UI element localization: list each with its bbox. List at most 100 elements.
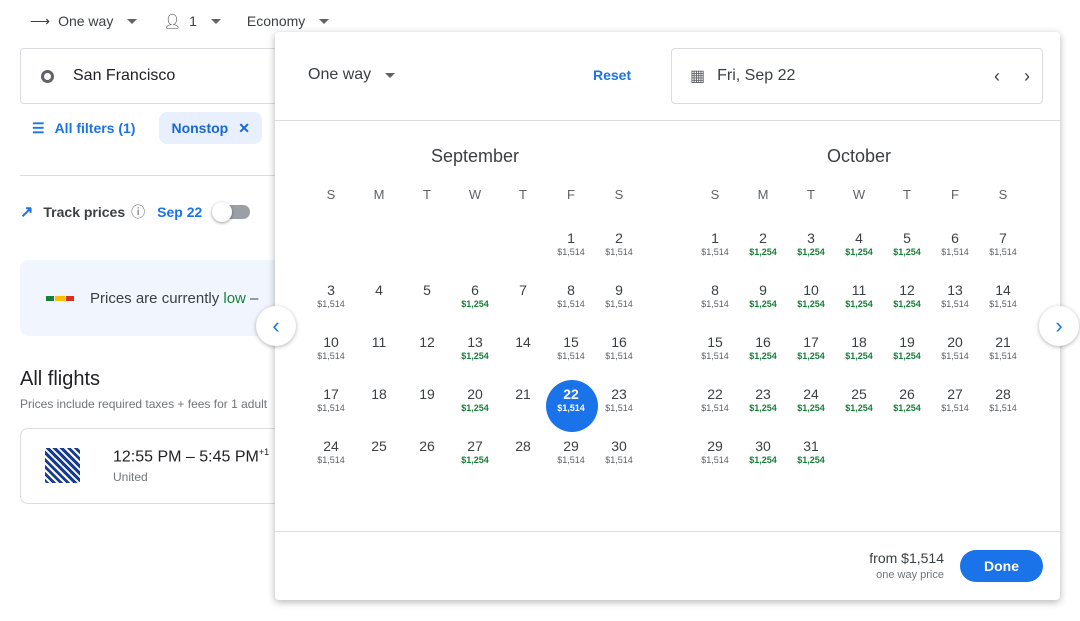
cabin-select[interactable]: Economy <box>247 13 330 29</box>
calendar-day[interactable]: 28 $1,514 <box>979 364 1027 416</box>
calendar-day[interactable]: 4 $1,254 <box>835 208 883 260</box>
calendar-day[interactable]: 30 $1,514 <box>595 416 643 468</box>
info-icon[interactable]: ⓘ <box>131 202 145 222</box>
day-price: $1,514 <box>941 403 969 413</box>
calendar-day[interactable]: 20 $1,514 <box>931 312 979 364</box>
day-number: 22 <box>563 386 579 402</box>
all-filters-button[interactable]: All filters (1) <box>55 120 136 136</box>
calendar-day[interactable]: 26 <box>403 416 451 468</box>
day-number: 17 <box>323 386 339 402</box>
calendar-day[interactable]: 18 <box>355 364 403 416</box>
calendar-day[interactable]: 1 $1,514 <box>547 208 595 260</box>
calendar-day[interactable]: 12 <box>403 312 451 364</box>
calendar-day[interactable]: 25 $1,254 <box>835 364 883 416</box>
calendar-day[interactable]: 13 $1,514 <box>931 260 979 312</box>
picker-trip-type-select[interactable]: One way <box>308 66 396 84</box>
calendar-day[interactable]: 2 $1,254 <box>739 208 787 260</box>
price-level-icon <box>46 295 74 301</box>
calendar-day[interactable]: 17 $1,514 <box>307 364 355 416</box>
passengers-select[interactable]: 👤︎ 1 <box>163 13 221 30</box>
calendar-day[interactable]: 27 $1,254 <box>451 416 499 468</box>
day-price: $1,514 <box>317 455 345 465</box>
calendar-day[interactable]: 16 $1,514 <box>595 312 643 364</box>
calendar-day[interactable]: 25 <box>355 416 403 468</box>
calendar-day[interactable]: 19 <box>403 364 451 416</box>
calendar-day[interactable]: 8 $1,514 <box>691 260 739 312</box>
calendar-day[interactable]: 24 $1,254 <box>787 364 835 416</box>
calendar-day[interactable]: 2 $1,514 <box>595 208 643 260</box>
calendar-day[interactable]: 31 $1,254 <box>787 416 835 468</box>
calendar-day[interactable]: 3 $1,514 <box>307 260 355 312</box>
calendar-day[interactable]: 14 <box>499 312 547 364</box>
next-month-button[interactable]: › <box>1039 306 1079 346</box>
day-price: $1,254 <box>845 403 873 413</box>
day-number: 24 <box>803 386 819 402</box>
calendar-day[interactable]: 20 $1,254 <box>451 364 499 416</box>
calendar-day[interactable]: 11 <box>355 312 403 364</box>
trip-type-select[interactable]: ⟶ One way <box>30 13 138 30</box>
calendar-day[interactable]: 26 $1,254 <box>883 364 931 416</box>
calendar-day[interactable]: 5 $1,254 <box>883 208 931 260</box>
calendar-day[interactable]: 7 <box>499 260 547 312</box>
calendar-day[interactable]: 27 $1,514 <box>931 364 979 416</box>
calendar-day[interactable]: 23 $1,254 <box>739 364 787 416</box>
filters-bar: ☰ All filters (1) Nonstop ✕ <box>32 112 262 144</box>
calendar-day[interactable]: 4 <box>355 260 403 312</box>
prev-date-button[interactable]: ‹ <box>994 66 1000 87</box>
day-price: $1,254 <box>797 455 825 465</box>
departure-date-field[interactable]: ▦ Fri, Sep 22 ‹ › <box>671 48 1043 104</box>
day-number: 22 <box>707 386 723 402</box>
day-price: $1,514 <box>701 455 729 465</box>
calendar-day[interactable]: 10 $1,254 <box>787 260 835 312</box>
calendar-day[interactable]: 8 $1,514 <box>547 260 595 312</box>
day-number: 17 <box>803 334 819 350</box>
weekday-label: T <box>807 187 815 202</box>
reset-button[interactable]: Reset <box>593 67 631 83</box>
calendar-day[interactable]: 29 $1,514 <box>547 416 595 468</box>
day-price: $1,514 <box>557 455 585 465</box>
calendar-day[interactable]: 29 $1,514 <box>691 416 739 468</box>
prev-month-button[interactable]: ‹ <box>256 306 296 346</box>
calendar-day[interactable]: 10 $1,514 <box>307 312 355 364</box>
calendar-day[interactable]: 22 $1,514 <box>691 364 739 416</box>
calendar-day[interactable]: 7 $1,514 <box>979 208 1027 260</box>
next-date-button[interactable]: › <box>1024 66 1030 87</box>
calendar-day[interactable]: 28 <box>499 416 547 468</box>
day-number: 14 <box>515 334 531 350</box>
close-icon[interactable]: ✕ <box>238 120 250 137</box>
calendar-day[interactable]: 9 $1,254 <box>739 260 787 312</box>
flight-card[interactable]: 12:55 PM – 5:45 PM+1 United <box>20 428 310 504</box>
calendar-day[interactable]: 21 $1,514 <box>979 312 1027 364</box>
day-price: $1,254 <box>797 299 825 309</box>
calendar-day[interactable]: 23 $1,514 <box>595 364 643 416</box>
day-price: $1,514 <box>317 351 345 361</box>
calendar-day[interactable]: 11 $1,254 <box>835 260 883 312</box>
nonstop-chip[interactable]: Nonstop ✕ <box>159 112 262 144</box>
calendar-day[interactable]: 14 $1,514 <box>979 260 1027 312</box>
calendar-day[interactable]: 9 $1,514 <box>595 260 643 312</box>
calendar-day[interactable]: 22 $1,514 <box>546 364 598 432</box>
calendar-day[interactable]: 16 $1,254 <box>739 312 787 364</box>
calendar-day[interactable]: 19 $1,254 <box>883 312 931 364</box>
day-number: 29 <box>563 438 579 454</box>
calendar-day[interactable]: 21 <box>499 364 547 416</box>
calendar-day[interactable]: 30 $1,254 <box>739 416 787 468</box>
calendar-day[interactable]: 24 $1,514 <box>307 416 355 468</box>
calendar-day[interactable]: 6 $1,254 <box>451 260 499 312</box>
calendar-day[interactable]: 3 $1,254 <box>787 208 835 260</box>
track-prices-toggle[interactable] <box>212 202 251 222</box>
weekday-label: S <box>710 187 720 202</box>
day-number: 13 <box>947 282 963 298</box>
calendar-day[interactable]: 12 $1,254 <box>883 260 931 312</box>
calendar-day[interactable]: 18 $1,254 <box>835 312 883 364</box>
calendar-day[interactable]: 13 $1,254 <box>451 312 499 364</box>
calendar-day[interactable]: 15 $1,514 <box>691 312 739 364</box>
calendar-day[interactable]: 15 $1,514 <box>547 312 595 364</box>
day-number: 9 <box>759 282 767 298</box>
calendar-day[interactable]: 1 $1,514 <box>691 208 739 260</box>
calendar-day[interactable]: 5 <box>403 260 451 312</box>
day-number: 25 <box>371 438 387 454</box>
calendar-day[interactable]: 17 $1,254 <box>787 312 835 364</box>
calendar-day[interactable]: 6 $1,514 <box>931 208 979 260</box>
done-button[interactable]: Done <box>960 550 1043 582</box>
